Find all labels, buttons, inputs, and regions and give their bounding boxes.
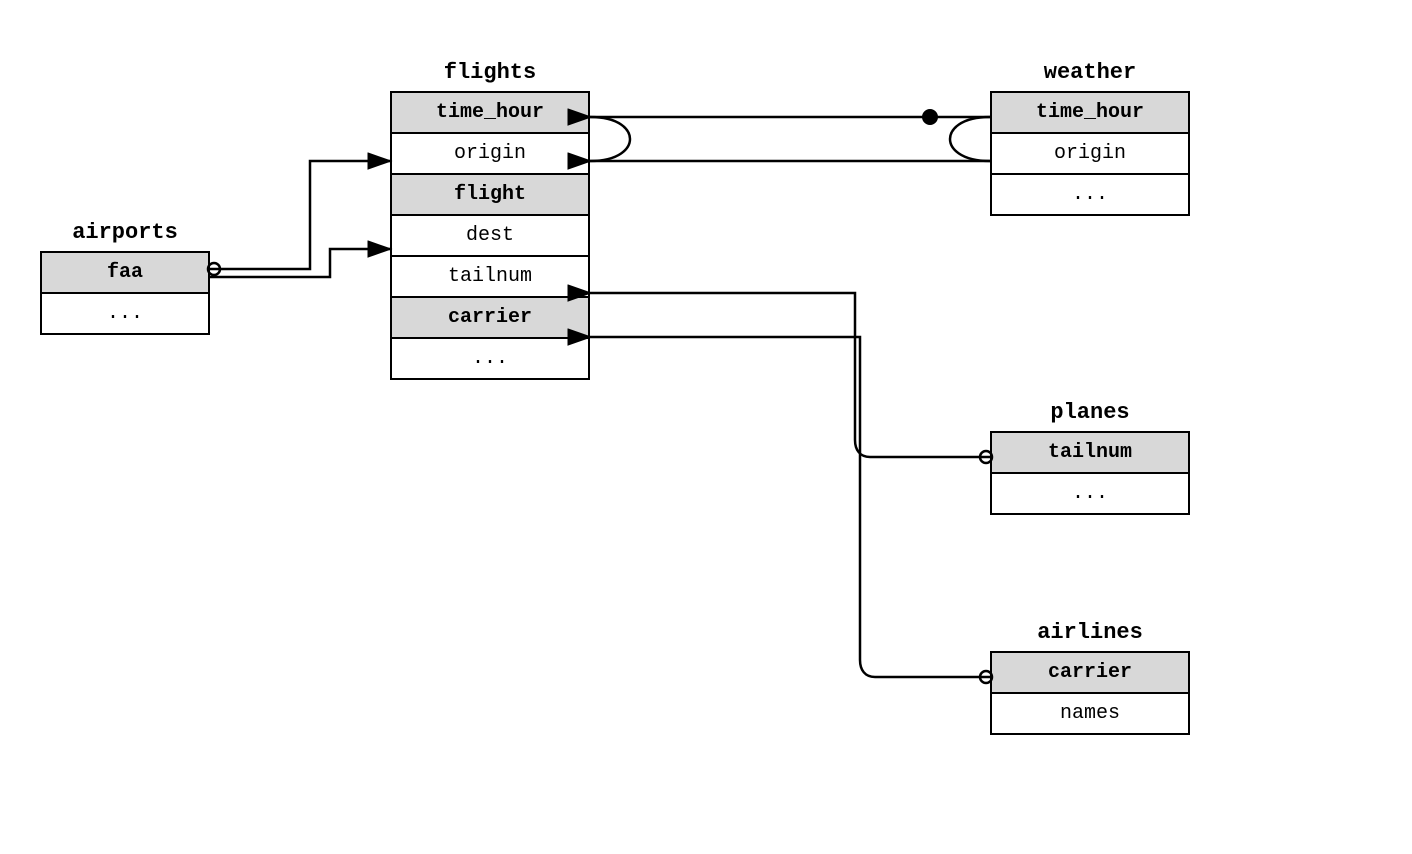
- weather-time_hour-many-dot: [923, 110, 937, 124]
- planes-to-flights-tailnum-line: [590, 293, 990, 457]
- weather-composite-key-bracket: [950, 117, 990, 161]
- airports-to-flights-origin-line: [210, 161, 390, 269]
- airlines-to-flights-carrier-line: [590, 337, 990, 677]
- flights-composite-key-bracket: [590, 117, 630, 161]
- relationship-diagram: [0, 0, 1412, 854]
- airports-to-flights-dest-line: [210, 249, 390, 277]
